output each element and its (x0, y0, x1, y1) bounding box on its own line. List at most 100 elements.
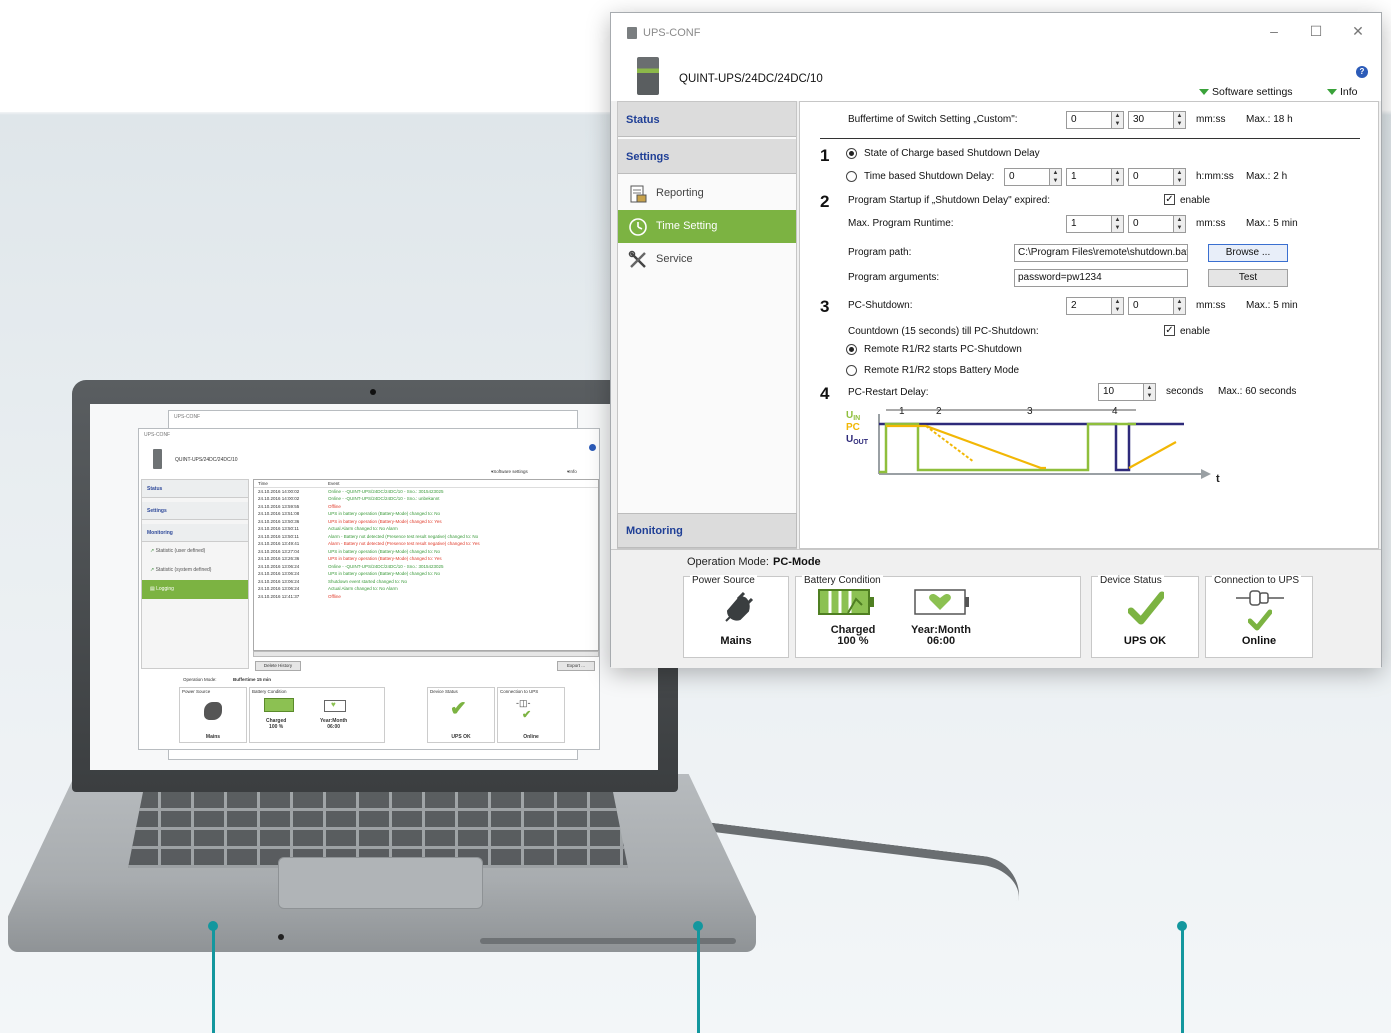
diagram-pc-restart-line (1128, 441, 1177, 469)
status-bar: Operation Mode: PC-Mode Power Source Mai… (611, 549, 1381, 668)
diagram-pc-dashed-line (925, 425, 975, 463)
table-row[interactable]: 24.10.2016 13:06:24 Shutdown event starte… (254, 578, 598, 586)
pc-restart-label: PC-Restart Delay: (848, 387, 929, 398)
sidebar-item-settings[interactable]: Settings (618, 139, 796, 174)
table-row[interactable]: 24.10.2016 13:50:11 Actual Alarm changed … (254, 525, 598, 533)
table-row[interactable]: 24.10.2016 13:50:11 Alarm - Battery not d… (254, 533, 598, 541)
table-row[interactable]: 24.10.2016 14:00:02 Online - -QUINT-UPS/2… (254, 488, 598, 496)
close-button[interactable]: ✕ (1347, 23, 1369, 43)
plug-icon (725, 591, 754, 622)
pc-shutdown-sec-spinner[interactable]: 0 ▲ ▼ (1128, 297, 1186, 315)
tbs-hours-spinner[interactable]: 0 ▲ ▼ (1004, 168, 1062, 186)
software-settings-link[interactable]: Software settings (1199, 86, 1293, 98)
table-row[interactable]: 24.10.2016 12:41:37 Offline (254, 593, 598, 601)
time-setting-panel: Buffertime of Switch Setting „Custom": 0… (799, 101, 1379, 549)
pc-restart-spinner[interactable]: 10 ▲ ▼ (1098, 383, 1156, 401)
buffertime-sec-spinner[interactable]: 30 ▲ ▼ (1128, 111, 1186, 129)
sidebar-item-time-setting[interactable]: Time Setting (618, 210, 796, 243)
max-runtime-sec-spinner[interactable]: 0 ▲ ▼ (1128, 215, 1186, 233)
sidebar-item-service[interactable]: Service (618, 243, 796, 276)
spinner-arrows-icon[interactable]: ▲ ▼ (1173, 169, 1185, 185)
mini-device-status-value: UPS OK (451, 734, 471, 740)
battery-year-month-block: Year:Month 06:00 (906, 625, 976, 647)
mini-log-table: Time Event 24.10.2016 14:00:02 Online - -… (253, 479, 599, 651)
mini-info-link[interactable]: ▾Info (567, 469, 577, 475)
test-button[interactable]: Test (1208, 269, 1288, 287)
mini-sidebar-statistic-user[interactable]: ↗ Statistic (user defined) (142, 542, 248, 561)
mini-sidebar-statistic-system[interactable]: ↗ Statistic (system defined) (142, 561, 248, 580)
sidebar: Status Settings Reporting Time Setting S… (617, 101, 797, 549)
program-path-input[interactable]: C:\Program Files\remote\shutdown.bat (1014, 244, 1188, 262)
spinner-arrows-icon[interactable]: ▲ ▼ (1143, 384, 1155, 400)
device-name: QUINT-UPS/24DC/24DC/10 (679, 73, 823, 85)
maximize-button[interactable]: ☐ (1305, 23, 1327, 43)
table-row[interactable]: 24.10.2016 13:49:41 Alarm - Battery not d… (254, 540, 598, 548)
laptop-screen: UPS-CONF Mains 100 % 06:00 UPS OK Online… (90, 404, 658, 770)
sidebar-item-reporting[interactable]: Reporting (618, 177, 796, 210)
log-event: Shutdown event started changed to: No (328, 578, 408, 584)
spinner-arrows-icon[interactable]: ▲ ▼ (1111, 112, 1123, 128)
remote-starts-radio[interactable] (846, 344, 857, 355)
table-row[interactable]: 24.10.2016 13:06:24 Actual Alarm changed … (254, 585, 598, 593)
time-based-shutdown-radio[interactable] (846, 171, 857, 182)
chevron-down-icon (1199, 89, 1209, 95)
log-time: 24.10.2016 13:49:41 (258, 541, 300, 546)
table-row[interactable]: 24.10.2016 13:06:24 Online - -QUINT-UPS/2… (254, 563, 598, 571)
log-event: Offline (328, 503, 341, 509)
log-event: Offline (328, 593, 341, 599)
table-row[interactable]: 24.10.2016 14:00:02 Online - -QUINT-UPS/2… (254, 495, 598, 503)
spinner-arrows-icon[interactable]: ▲ ▼ (1111, 216, 1123, 232)
mini-export-button[interactable]: Export ... (557, 661, 595, 671)
table-row[interactable]: 24.10.2016 13:50:36 UPS in battery operat… (254, 518, 598, 526)
buffertime-min-spinner[interactable]: 0 ▲ ▼ (1066, 111, 1124, 129)
spinner-arrows-icon[interactable]: ▲ ▼ (1173, 298, 1185, 314)
diagram-marker-2: 2 (936, 406, 942, 417)
log-time: 24.10.2016 13:06:24 (258, 571, 300, 576)
max-runtime-min-spinner[interactable]: 1 ▲ ▼ (1066, 215, 1124, 233)
browse-button[interactable]: Browse ... (1208, 244, 1288, 262)
sidebar-item-monitoring[interactable]: Monitoring (617, 513, 797, 548)
table-row[interactable]: 24.10.2016 13:06:24 UPS in battery operat… (254, 570, 598, 578)
window-title: UPS-CONF (643, 27, 701, 39)
mini-device-status-group: Device Status ✔ UPS OK (427, 687, 495, 743)
spinner-arrows-icon[interactable]: ▲ ▼ (1111, 298, 1123, 314)
program-path-label: Program path: (848, 247, 912, 258)
mini-battery-heart-icon: ♥ (324, 700, 346, 712)
mini-software-settings-link[interactable]: ▾Software settings (491, 469, 528, 475)
app-icon (627, 27, 637, 39)
soc-shutdown-radio[interactable] (846, 148, 857, 159)
mini-sidebar-status[interactable]: Status (142, 480, 248, 498)
pc-shutdown-min-spinner[interactable]: 2 ▲ ▼ (1066, 297, 1124, 315)
spinner-arrows-icon[interactable]: ▲ ▼ (1111, 169, 1123, 185)
table-row[interactable]: 24.10.2016 13:26:36 UPS in battery operat… (254, 555, 598, 563)
mini-power-source-value: Mains (205, 734, 221, 740)
spinner-arrows-icon[interactable]: ▲ ▼ (1173, 112, 1185, 128)
section-2-number: 2 (820, 192, 830, 211)
mini-log-scrollbar[interactable] (253, 651, 599, 657)
camera-icon (370, 389, 376, 395)
spinner-arrows-icon[interactable]: ▲ ▼ (1049, 169, 1061, 185)
mini-sidebar: Status Settings Monitoring ↗ Statistic (… (141, 479, 249, 669)
table-row[interactable]: 24.10.2016 13:59:55 Offline (254, 503, 598, 511)
sidebar-item-status[interactable]: Status (618, 102, 796, 137)
mini-battery-title: Battery Condition (252, 689, 287, 694)
minimize-button[interactable]: – (1263, 23, 1285, 43)
mini-delete-history-button[interactable]: Delete History (255, 661, 301, 671)
program-startup-enable-label: enable (1180, 195, 1211, 206)
tbs-seconds-spinner[interactable]: 0 ▲ ▼ (1128, 168, 1186, 186)
mini-sidebar-logging[interactable]: ▤ Logging (142, 580, 248, 599)
battery-condition-group: Battery Condition Charged 100 % Year:Mon… (795, 575, 1081, 658)
spinner-arrows-icon[interactable]: ▲ ▼ (1173, 216, 1185, 232)
info-link[interactable]: Info (1327, 86, 1358, 98)
program-arguments-input[interactable]: password=pw1234 (1014, 269, 1188, 287)
countdown-checkbox[interactable]: ✓ (1164, 325, 1175, 336)
help-icon[interactable]: ? (1356, 66, 1368, 78)
table-row[interactable]: 24.10.2016 13:51:08 UPS in battery operat… (254, 510, 598, 518)
program-startup-checkbox[interactable]: ✓ (1164, 194, 1175, 205)
mini-sidebar-monitoring[interactable]: Monitoring (142, 524, 248, 542)
remote-stops-radio[interactable] (846, 365, 857, 376)
mini-sidebar-settings[interactable]: Settings (142, 502, 248, 520)
mini-help-icon[interactable] (589, 444, 596, 451)
tbs-minutes-spinner[interactable]: 1 ▲ ▼ (1066, 168, 1124, 186)
table-row[interactable]: 24.10.2016 13:27:04 UPS in battery operat… (254, 548, 598, 556)
